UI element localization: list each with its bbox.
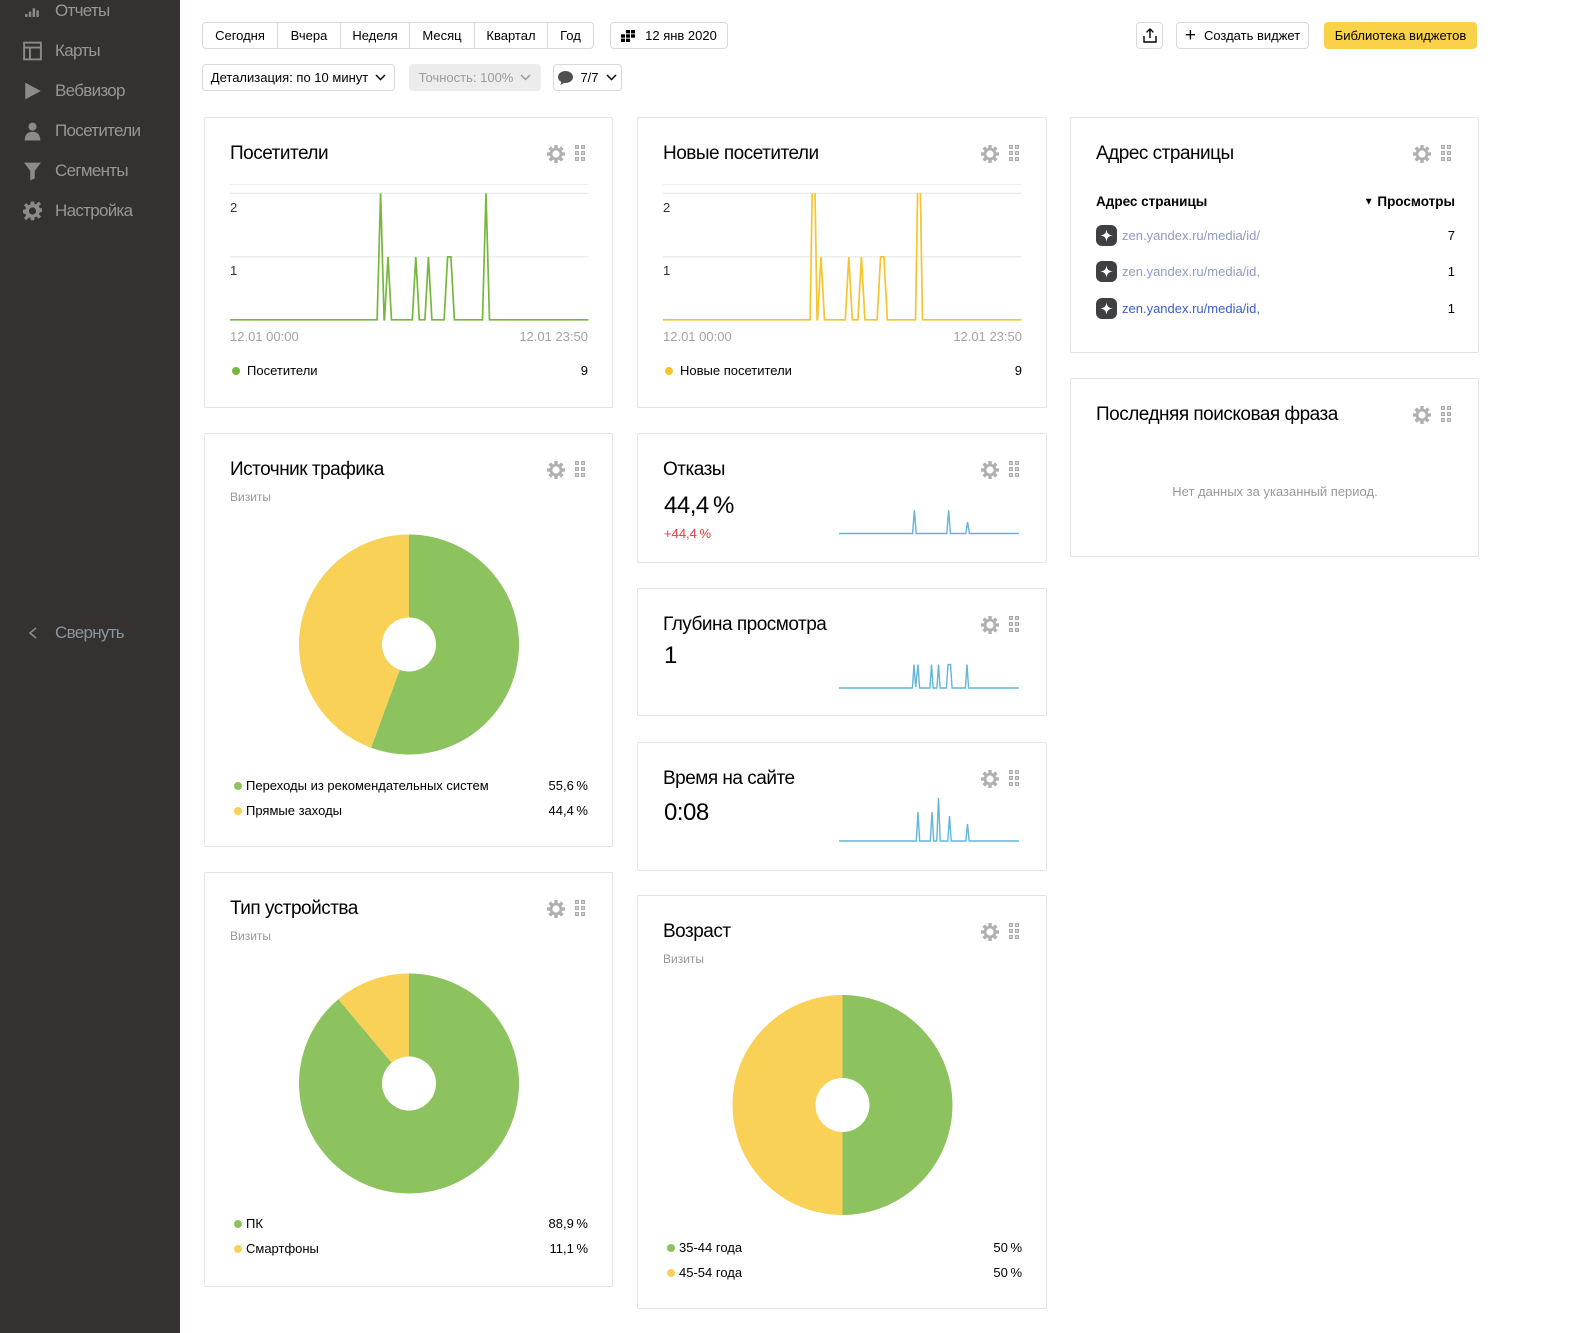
svg-text:1: 1 [663,263,670,278]
svg-text:2: 2 [663,200,670,215]
svg-text:2: 2 [230,200,237,215]
svg-text:1: 1 [230,263,237,278]
